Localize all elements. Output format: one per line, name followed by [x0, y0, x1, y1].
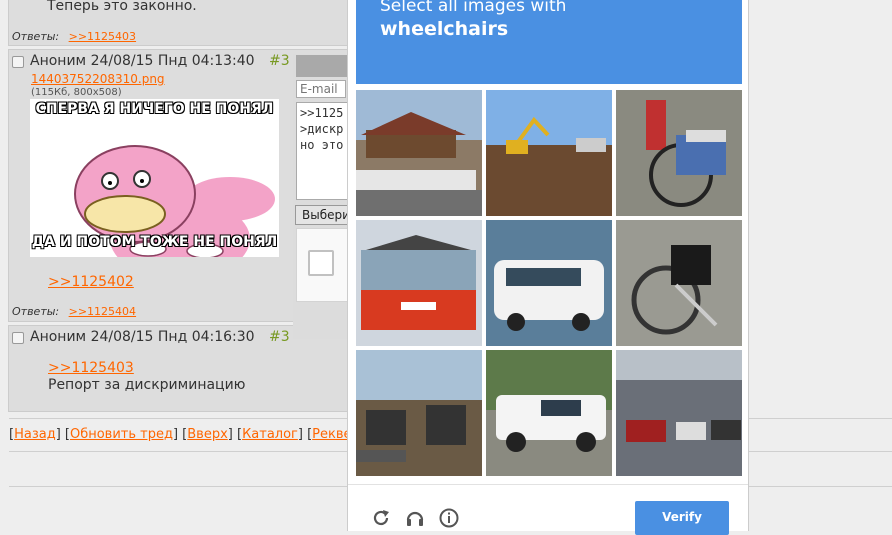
- reply-link[interactable]: >>1125404: [69, 305, 136, 318]
- post-select-checkbox[interactable]: [12, 56, 24, 68]
- divider: [9, 486, 349, 487]
- nav-refresh-link[interactable]: Обновить тред: [70, 427, 173, 442]
- nav-back-link[interactable]: Назад: [14, 427, 56, 442]
- post-author: Аноним: [30, 329, 87, 345]
- post-text: Теперь это законно.: [47, 0, 197, 14]
- file-link[interactable]: 14403752208310.png: [31, 72, 165, 86]
- recaptcha-checkbox[interactable]: [308, 250, 334, 276]
- divider: [749, 486, 892, 487]
- post-datetime: 24/08/15 Пнд 04:16:30: [90, 329, 255, 345]
- nav-catalog-link[interactable]: Каталог: [242, 427, 298, 442]
- email-field[interactable]: [296, 80, 346, 98]
- meme-bottom-text: ДА И ПОТОМ ТОЖЕ НЕ ПОНЯЛ: [31, 234, 278, 250]
- post-header: Аноним 24/08/15 Пнд 04:13:40 #3: [30, 53, 290, 69]
- post-text: Репорт за дискриминацию: [48, 377, 246, 393]
- post-number[interactable]: #3: [269, 53, 290, 69]
- post-select-checkbox[interactable]: [12, 332, 24, 344]
- tile-boat-building[interactable]: [356, 90, 482, 216]
- tile-white-van[interactable]: [486, 220, 612, 346]
- tile-black-wheelchair[interactable]: [616, 220, 742, 346]
- nav-top-link[interactable]: Вверх: [187, 427, 228, 442]
- reply-link[interactable]: >>1125403: [69, 30, 136, 43]
- post-number[interactable]: #3: [269, 329, 290, 345]
- post-image[interactable]: СПЕРВА Я НИЧЕГО НЕ ПОНЯЛ ДА И ПОТОМ ТОЖЕ…: [30, 99, 279, 257]
- divider: [749, 418, 892, 419]
- captcha-target: wheelchairs: [380, 18, 509, 40]
- message-textarea[interactable]: >>1125 >дискр но это: [296, 102, 348, 200]
- divider: [9, 418, 349, 419]
- post-datetime: 24/08/15 Пнд 04:13:40: [90, 53, 255, 69]
- choose-file-button[interactable]: Выбери: [295, 205, 350, 225]
- post-replies: Ответы: >>1125403: [12, 30, 136, 43]
- captcha-footer-divider: [348, 484, 748, 485]
- tile-wheelchair-red-stand[interactable]: [616, 90, 742, 216]
- meme-top-text: СПЕРВА Я НИЧЕГО НЕ ПОНЯЛ: [35, 101, 274, 117]
- tile-skid-steer[interactable]: [356, 350, 482, 476]
- audio-icon[interactable]: [404, 507, 426, 529]
- tile-red-truck[interactable]: [356, 220, 482, 346]
- post-reflink[interactable]: >>1125402: [48, 274, 134, 290]
- captcha-instructions: Select all images with wheelchairs: [380, 0, 566, 42]
- tile-garage-cars[interactable]: [616, 350, 742, 476]
- reload-icon[interactable]: [370, 507, 392, 529]
- post-reflink[interactable]: >>1125403: [48, 360, 134, 376]
- post-1: Теперь это законно. Ответы: >>1125403: [8, 0, 348, 46]
- replies-label: Ответы:: [12, 305, 60, 318]
- replies-label: Ответы:: [12, 30, 60, 43]
- file-info: (115Кб, 800x508): [31, 87, 122, 98]
- divider: [9, 451, 349, 452]
- divider: [749, 451, 892, 452]
- tile-white-pickup[interactable]: [486, 350, 612, 476]
- info-icon[interactable]: [438, 507, 460, 529]
- post-author: Аноним: [30, 53, 87, 69]
- post-header: Аноним 24/08/15 Пнд 04:16:30 #3: [30, 329, 290, 345]
- captcha-instruction-text: Select all images with: [380, 0, 567, 16]
- thread-nav: [Назад] [Обновить тред] [Вверх] [Каталог…: [9, 427, 359, 442]
- form-header-bar: [296, 55, 349, 77]
- tile-excavator-field[interactable]: [486, 90, 612, 216]
- post-replies: Ответы: >>1125404: [12, 305, 136, 318]
- verify-button[interactable]: Verify: [635, 501, 729, 535]
